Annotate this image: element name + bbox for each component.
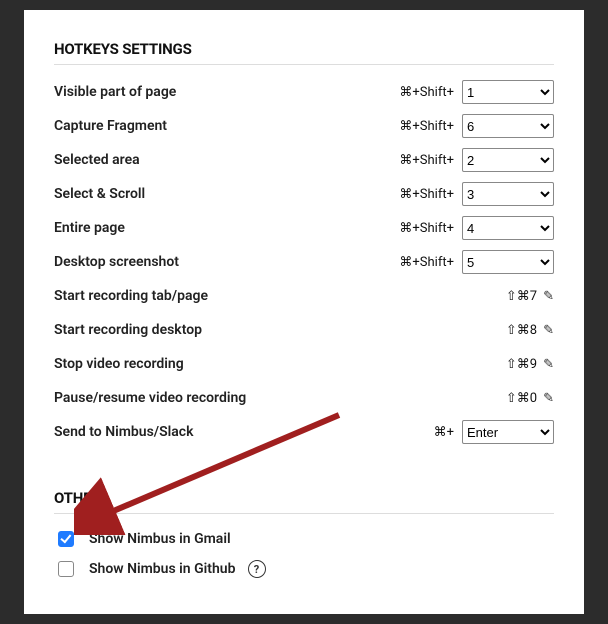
hotkey-select-send[interactable]: Enter — [462, 420, 554, 444]
hotkey-prefix: ⌘+Shift+ — [399, 187, 454, 202]
pencil-icon[interactable]: ✎ — [543, 323, 554, 338]
hotkey-prefix: ⌘+Shift+ — [399, 85, 454, 100]
checkbox-github[interactable] — [58, 561, 74, 577]
hotkeys-section-title: HOTKEYS SETTINGS — [54, 40, 554, 58]
hotkey-label: Stop video recording — [54, 356, 506, 372]
divider — [54, 513, 554, 514]
hotkey-prefix: ⌘+Shift+ — [399, 153, 454, 168]
hotkey-label: Visible part of page — [54, 84, 399, 100]
hotkey-select-select-scroll[interactable]: 3 — [462, 182, 554, 206]
checkbox-label: Show Nimbus in Github — [89, 561, 236, 577]
hotkey-label: Desktop screenshot — [54, 254, 399, 270]
hotkey-row-selected-area: Selected area ⌘+Shift+ 2 — [54, 143, 554, 177]
other-section-title: OTHER — [54, 489, 554, 507]
hotkey-select-entire-page[interactable]: 4 — [462, 216, 554, 240]
hotkey-row-visible-part: Visible part of page ⌘+Shift+ 1 — [54, 75, 554, 109]
hotkey-prefix: ⌘+ — [434, 425, 454, 440]
hotkey-row-capture-fragment: Capture Fragment ⌘+Shift+ 6 — [54, 109, 554, 143]
hotkey-row-desktop-screenshot: Desktop screenshot ⌘+Shift+ 5 — [54, 245, 554, 279]
checkbox-gmail[interactable] — [58, 531, 74, 547]
hotkey-row-start-tab: Start recording tab/page ⇧⌘7 ✎ — [54, 279, 554, 313]
hotkey-combo: ⇧⌘7 — [506, 289, 537, 304]
hotkey-label: Capture Fragment — [54, 118, 399, 134]
hotkey-row-pause-resume: Pause/resume video recording ⇧⌘0 ✎ — [54, 381, 554, 415]
hotkey-row-start-desktop: Start recording desktop ⇧⌘8 ✎ — [54, 313, 554, 347]
hotkey-combo: ⇧⌘8 — [506, 323, 537, 338]
divider — [54, 64, 554, 65]
help-icon[interactable]: ? — [248, 560, 266, 578]
pencil-icon[interactable]: ✎ — [543, 289, 554, 304]
hotkey-row-send-nimbus: Send to Nimbus/Slack ⌘+ Enter — [54, 415, 554, 449]
hotkey-row-stop-video: Stop video recording ⇧⌘9 ✎ — [54, 347, 554, 381]
hotkey-label: Selected area — [54, 152, 399, 168]
hotkey-row-entire-page: Entire page ⌘+Shift+ 4 — [54, 211, 554, 245]
hotkey-label: Pause/resume video recording — [54, 390, 506, 406]
hotkey-label: Send to Nimbus/Slack — [54, 424, 434, 440]
hotkey-row-select-scroll: Select & Scroll ⌘+Shift+ 3 — [54, 177, 554, 211]
pencil-icon[interactable]: ✎ — [543, 391, 554, 406]
hotkey-prefix: ⌘+Shift+ — [399, 119, 454, 134]
hotkey-label: Start recording tab/page — [54, 288, 506, 304]
hotkey-label: Entire page — [54, 220, 399, 236]
hotkey-select-selected-area[interactable]: 2 — [462, 148, 554, 172]
hotkey-select-visible-part[interactable]: 1 — [462, 80, 554, 104]
hotkey-select-capture-fragment[interactable]: 6 — [462, 114, 554, 138]
hotkey-label: Start recording desktop — [54, 322, 506, 338]
hotkey-combo: ⇧⌘0 — [506, 391, 537, 406]
hotkey-prefix: ⌘+Shift+ — [399, 221, 454, 236]
hotkey-select-desktop-screenshot[interactable]: 5 — [462, 250, 554, 274]
other-row-gmail: Show Nimbus in Gmail — [54, 524, 554, 554]
pencil-icon[interactable]: ✎ — [543, 357, 554, 372]
other-row-github: Show Nimbus in Github ? — [54, 554, 554, 584]
hotkey-prefix: ⌘+Shift+ — [399, 255, 454, 270]
hotkey-combo: ⇧⌘9 — [506, 357, 537, 372]
checkbox-label: Show Nimbus in Gmail — [89, 531, 231, 547]
hotkey-label: Select & Scroll — [54, 186, 399, 202]
